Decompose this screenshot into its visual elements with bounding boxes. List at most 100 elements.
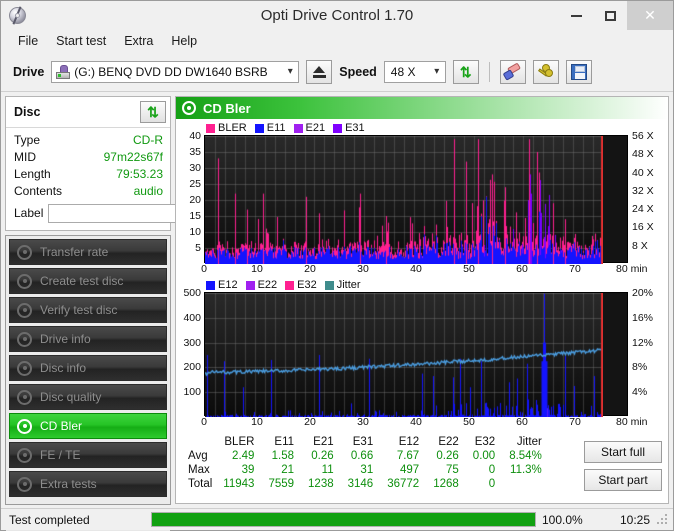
legend-item-e12: E12 <box>206 279 238 291</box>
content-panel: CD Bler BLER E11 E21 E31 5 10 15 20 25 3… <box>175 96 669 504</box>
stats-section: BLER E11 E21 E31 E12 E22 E32 Jitter Avg <box>176 435 668 491</box>
legend-item-e22: E22 <box>245 279 277 291</box>
legend-label: E21 <box>305 122 326 134</box>
x-tick-label: 80 min <box>616 416 648 428</box>
title-bar: Opti Drive Control 1.70 ✕ <box>1 1 673 30</box>
x-tick-label: 30 <box>357 416 369 428</box>
elapsed-time: 10:25 <box>619 512 650 527</box>
disc-row-length-value: 79:53.23 <box>116 167 163 181</box>
stats-col-e21: E21 <box>313 436 334 448</box>
erase-disc-button[interactable] <box>499 59 526 84</box>
menu-item-help[interactable]: Help <box>162 32 206 50</box>
table-row: Total 11943 7559 1238 3146 36772 1268 0 <box>186 477 549 491</box>
sidebar-item-label: Drive info <box>40 332 91 346</box>
menu-item-extra[interactable]: Extra <box>115 32 162 50</box>
sidebar-item-verify-test-disc[interactable]: Verify test disc <box>9 297 167 323</box>
disc-create-icon <box>17 273 32 289</box>
erase-disc-icon <box>502 61 522 81</box>
menu-item-start-test[interactable]: Start test <box>47 32 115 50</box>
keys-icon <box>537 63 555 80</box>
chart1-x-axis: 0 10 20 30 40 50 60 70 80 min <box>201 263 647 278</box>
sidebar-item-create-test-disc[interactable]: Create test disc <box>9 268 167 294</box>
sidebar-item-transfer-rate[interactable]: Transfer rate <box>9 239 167 265</box>
panel-header: CD Bler <box>176 97 668 119</box>
speed-label: Speed <box>339 64 377 79</box>
resize-grip-icon[interactable] <box>656 512 670 527</box>
x-tick-label: 20 <box>304 263 316 275</box>
close-button[interactable]: ✕ <box>627 1 673 30</box>
x-tick-label: 0 <box>201 416 207 428</box>
disc-row-type: Type CD-R <box>14 132 163 148</box>
eject-button[interactable] <box>306 59 333 84</box>
x-tick-label: 10 <box>251 416 263 428</box>
stats-col-e12: E12 <box>398 436 420 448</box>
disc-panel-title: Disc <box>14 105 41 119</box>
stats-cell: 1268 <box>433 478 459 490</box>
menu-bar: File Start test Extra Help <box>1 30 673 52</box>
speed-select[interactable]: 48 X ▾ <box>383 60 446 83</box>
sidebar-item-disc-quality[interactable]: Disc quality <box>9 384 167 410</box>
eject-icon <box>312 65 326 78</box>
sidebar-item-extra-tests[interactable]: Extra tests <box>9 471 167 497</box>
maximize-button[interactable] <box>593 1 627 30</box>
keys-button[interactable] <box>532 59 559 84</box>
sidebar-item-cd-bler[interactable]: CD Bler <box>9 413 167 439</box>
save-button[interactable] <box>565 59 592 84</box>
chart1-legend: BLER E11 E21 E31 <box>178 121 666 135</box>
drive-toolbar: Drive (G:) BENQ DVD DD DW1640 BSRB ▾ Spe… <box>1 52 673 92</box>
minimize-button[interactable] <box>559 1 593 30</box>
right-y-tick-label: 16 X <box>632 221 654 234</box>
legend-label: E32 <box>297 279 317 291</box>
chart2-x-axis: 0 10 20 30 40 50 60 70 80 min <box>201 416 647 431</box>
legend-item-bler: BLER <box>206 122 247 134</box>
app-window: Opti Drive Control 1.70 ✕ File Start tes… <box>0 0 674 531</box>
y-tick-label: 35 <box>189 146 201 158</box>
save-icon <box>570 63 587 80</box>
sidebar-item-label: Create test disc <box>40 274 124 288</box>
chart2-right-axis: 4% 8% 12% 16% 20% <box>628 287 666 416</box>
legend-swatch <box>254 123 264 133</box>
right-y-tick-label: 16% <box>632 311 654 324</box>
drive-select[interactable]: (G:) BENQ DVD DD DW1640 BSRB ▾ <box>51 60 300 83</box>
legend-swatch <box>206 123 215 133</box>
refresh-icon: ⇅ <box>147 104 159 120</box>
y-tick-label: 5 <box>195 242 201 254</box>
chart2-plot <box>204 292 628 417</box>
stats-cell: 3146 <box>347 478 374 490</box>
disc-label-key: Label <box>14 206 44 220</box>
disc-panel-header: Disc ⇅ <box>6 97 170 128</box>
chart2-legend: E12 E22 E32 Jitter <box>178 278 666 292</box>
test-nav-list: Transfer rate Create test disc Verify te… <box>5 235 171 505</box>
stats-cell: 497 <box>400 464 420 476</box>
chart1-right-axis: 8 X 16 X 24 X 32 X 40 X 48 X 56 X <box>628 130 666 263</box>
y-tick-label: 25 <box>189 178 201 190</box>
x-tick-label: 0 <box>201 263 207 275</box>
right-y-tick-label: 32 X <box>632 184 654 197</box>
sidebar-item-label: CD Bler <box>40 419 83 433</box>
start-full-button[interactable]: Start full <box>584 441 662 463</box>
y-tick-label: 200 <box>183 361 201 374</box>
stats-col-e32: E32 <box>474 436 496 448</box>
left-panel: Disc ⇅ Type CD-R MID 97m22s67f Length 79… <box>5 96 254 531</box>
menu-item-file[interactable]: File <box>9 32 47 50</box>
sidebar-item-label: Disc quality <box>40 390 102 404</box>
y-tick-label: 40 <box>189 130 201 142</box>
disc-row-type-key: Type <box>14 133 41 147</box>
stats-cell: 75 <box>446 464 459 476</box>
sidebar-item-disc-info[interactable]: Disc info <box>9 355 167 381</box>
disc-refresh-button[interactable]: ⇅ <box>140 101 166 123</box>
drive-info-icon <box>17 331 32 347</box>
stats-cell: 11 <box>321 464 334 476</box>
y-tick-label: 20 <box>189 194 201 206</box>
legend-label: E11 <box>266 122 286 134</box>
status-message: Test completed <box>9 512 90 527</box>
right-y-tick-label: 4% <box>632 386 648 399</box>
sidebar-item-drive-info[interactable]: Drive info <box>9 326 167 352</box>
disc-row-mid-key: MID <box>14 150 36 164</box>
legend-item-e32: E32 <box>285 279 317 291</box>
x-tick-label: 10 <box>251 263 263 275</box>
refresh-button[interactable]: ⇅ <box>452 59 479 84</box>
disc-row-length-key: Length <box>14 167 51 181</box>
start-part-button[interactable]: Start part <box>584 469 662 491</box>
sidebar-item-fe-te[interactable]: FE / TE <box>9 442 167 468</box>
